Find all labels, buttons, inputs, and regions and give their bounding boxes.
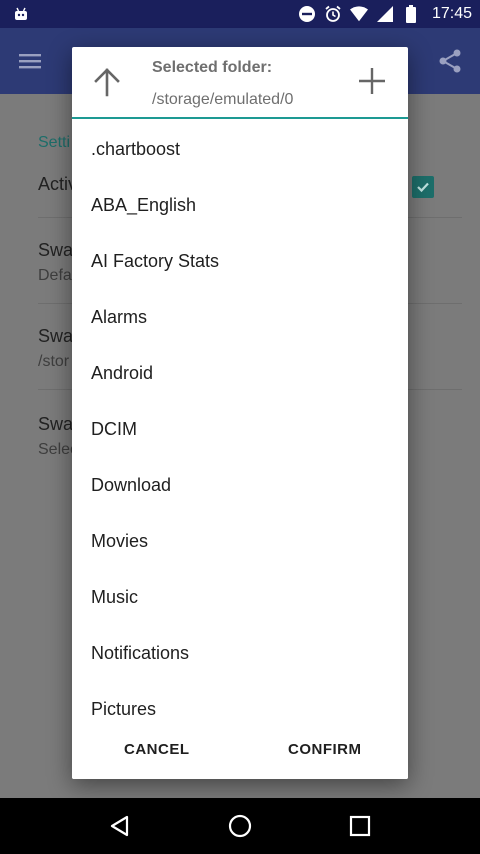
signal-icon — [376, 5, 394, 23]
folder-item[interactable]: AI Factory Stats — [72, 233, 408, 289]
android-icon — [12, 5, 30, 23]
dialog-actions: CANCEL CONFIRM — [72, 733, 408, 779]
folder-item[interactable]: DCIM — [72, 401, 408, 457]
folder-item[interactable]: ABA_English — [72, 177, 408, 233]
settings-checkbox[interactable] — [412, 176, 434, 198]
arrow-up-icon[interactable] — [90, 65, 124, 99]
wifi-icon — [349, 5, 368, 23]
alarm-icon — [324, 5, 342, 23]
dnd-icon — [298, 5, 316, 23]
folder-item[interactable]: Download — [72, 457, 408, 513]
cancel-button[interactable]: CANCEL — [124, 741, 190, 758]
dialog-header: Selected folder: /storage/emulated/0 — [72, 47, 408, 119]
back-icon[interactable] — [106, 812, 134, 840]
navigation-bar — [0, 798, 480, 854]
folder-list[interactable]: .chartboost ABA_English AI Factory Stats… — [72, 121, 408, 723]
dialog-title: Selected folder: — [152, 59, 273, 76]
hamburger-menu-icon[interactable] — [16, 47, 44, 75]
folder-item[interactable]: Music — [72, 569, 408, 625]
folder-item[interactable]: Android — [72, 345, 408, 401]
folder-chooser-dialog: Selected folder: /storage/emulated/0 .ch… — [72, 47, 408, 779]
confirm-button[interactable]: CONFIRM — [288, 741, 362, 758]
status-time: 17:45 — [431, 5, 472, 22]
folder-item[interactable]: Pictures — [72, 681, 408, 723]
folder-item[interactable]: .chartboost — [72, 121, 408, 177]
add-folder-icon[interactable] — [356, 65, 388, 97]
current-path: /storage/emulated/0 — [152, 91, 294, 108]
folder-item[interactable]: Notifications — [72, 625, 408, 681]
home-icon[interactable] — [226, 812, 254, 840]
folder-item[interactable]: Alarms — [72, 289, 408, 345]
status-bar: 17:45 — [0, 0, 480, 28]
share-icon[interactable] — [436, 47, 464, 75]
recents-icon[interactable] — [346, 812, 374, 840]
settings-section-label: Setti — [38, 134, 71, 151]
folder-item[interactable]: Movies — [72, 513, 408, 569]
battery-icon — [402, 5, 420, 23]
